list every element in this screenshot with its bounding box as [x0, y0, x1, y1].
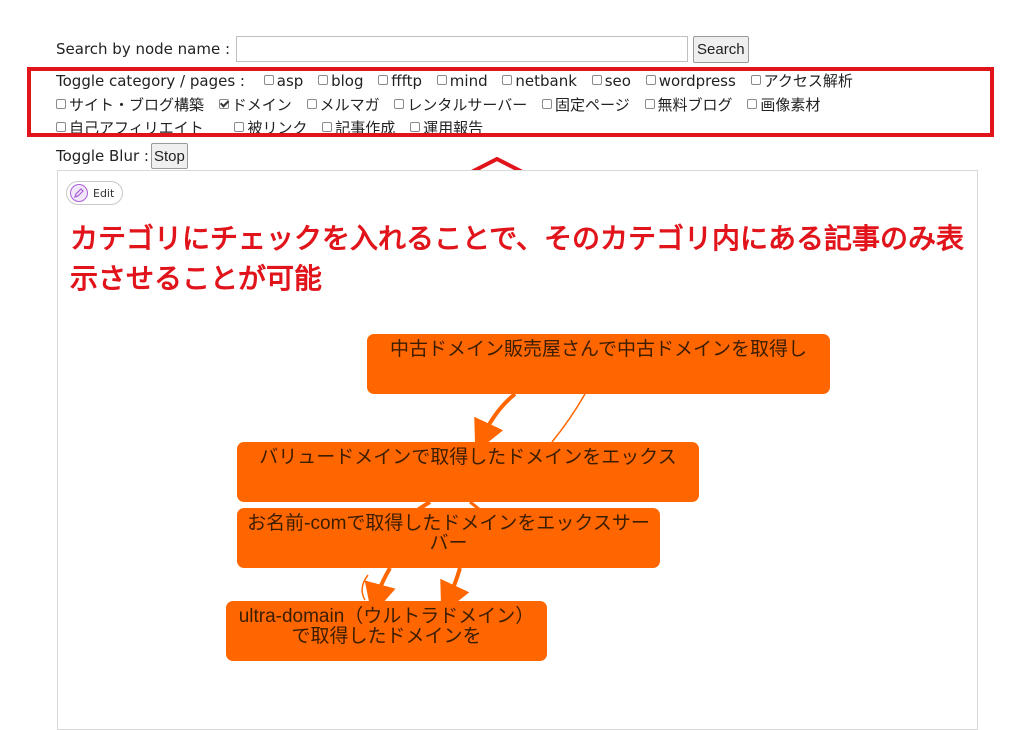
edge-n2-n1 — [551, 393, 586, 443]
edge-n4-n3 — [361, 574, 369, 601]
graph-node[interactable]: お名前-comで取得したドメインをエックスサーバー — [237, 508, 660, 568]
edge-n3-n4-a — [364, 566, 396, 616]
graph-node[interactable]: ultra-domain（ウルトラドメイン）で取得したドメインを — [226, 601, 547, 661]
edge-n3-n4-b — [440, 567, 470, 615]
graph-node[interactable]: バリュードメインで取得したドメインをエックス — [237, 442, 699, 502]
graph-node[interactable]: 中古ドメイン販売屋さんで中古ドメインを取得し — [367, 334, 830, 394]
edge-n1-n2 — [474, 392, 517, 453]
